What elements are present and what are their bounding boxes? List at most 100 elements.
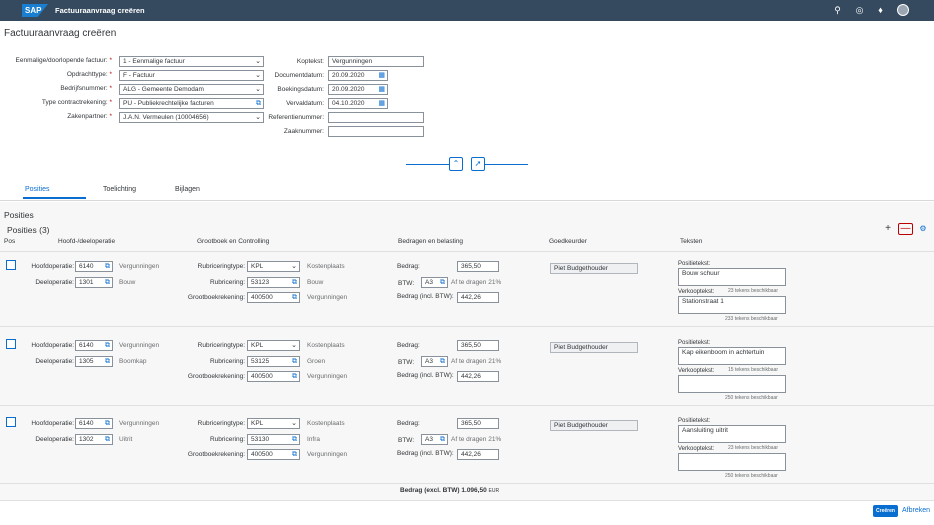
- hoofdoperatie-input[interactable]: 6140 ⧉: [75, 261, 113, 272]
- total-amount: Bedrag (excl. BTW) 1.096,50 EUR: [400, 487, 500, 494]
- shell-bar: SAP Factuuraanvraag creëren ⚲ ◎ ♦: [0, 0, 934, 21]
- positietekst-textarea[interactable]: Aansluiting uitrit: [678, 425, 786, 443]
- label-documentdatum: Documentdatum:: [274, 72, 325, 79]
- sap-logo[interactable]: SAP: [22, 4, 48, 17]
- value-help-icon[interactable]: ⧉: [105, 357, 110, 366]
- tab-bijlagen[interactable]: Bijlagen: [175, 186, 200, 193]
- label-positietekst: Positietekst:: [678, 340, 711, 346]
- grootboekrekening-input[interactable]: 400500 ⧉: [247, 449, 300, 460]
- search-icon[interactable]: ⚲: [832, 5, 843, 16]
- hoofdoperatie-input[interactable]: 6140 ⧉: [75, 418, 113, 429]
- value-help-icon[interactable]: ⧉: [292, 450, 297, 459]
- label-deeloperatie: Deeloperatie:: [35, 358, 74, 365]
- positietekst-counter: 15 tekens beschikbaar: [728, 367, 779, 373]
- notification-bell-icon[interactable]: ♦: [875, 5, 886, 16]
- hoofdoperatie-input[interactable]: 6140 ⧉: [75, 340, 113, 351]
- value-help-icon[interactable]: ⧉: [440, 435, 445, 444]
- calendar-icon[interactable]: ▦: [378, 71, 385, 80]
- col-bedragen: Bedragen en belasting: [398, 238, 464, 245]
- btw-input[interactable]: A3 ⧉: [421, 356, 448, 367]
- bedrag-input[interactable]: 365,50: [457, 418, 499, 429]
- rubricering-input[interactable]: 53125 ⧉: [247, 356, 300, 367]
- avatar[interactable]: [897, 4, 909, 16]
- copilot-icon[interactable]: ◎: [854, 5, 865, 16]
- value-help-icon[interactable]: ⧉: [292, 357, 297, 366]
- col-grootboek: Grootboek en Controlling: [197, 238, 270, 245]
- label-rubriceringtype: Rubriceringtype:: [197, 420, 245, 427]
- verkooptekst-textarea[interactable]: Stationstraat 1: [678, 296, 786, 314]
- col-hoofd: Hoofd-/deeloperatie: [58, 238, 116, 245]
- value-help-icon[interactable]: ⧉: [105, 341, 110, 350]
- tab-toelichting[interactable]: Toelichting: [103, 186, 136, 193]
- value-help-icon[interactable]: ⧉: [440, 278, 445, 287]
- chevron-down-icon: ⌄: [291, 342, 297, 349]
- remove-button[interactable]: —: [898, 223, 913, 235]
- deeloperatie-input[interactable]: 1305 ⧉: [75, 356, 113, 367]
- grootboekrekening-description: Vergunningen: [307, 373, 348, 380]
- tab-posities[interactable]: Posities: [25, 186, 50, 193]
- rubricering-input[interactable]: 53123 ⧉: [247, 277, 300, 288]
- boekingsdatum-input[interactable]: 20.09.2020 ▦: [328, 84, 388, 95]
- calendar-icon[interactable]: ▦: [378, 99, 385, 108]
- documentdatum-input[interactable]: 20.09.2020 ▦: [328, 70, 388, 81]
- row-divider: [0, 326, 934, 327]
- label-contractrekening: Type contractrekening: *: [41, 99, 112, 106]
- collapse-header-button[interactable]: ⌃: [449, 157, 463, 171]
- goedkeurder-field[interactable]: Piet Budgethouder: [550, 263, 638, 274]
- rubricering-input[interactable]: 53130 ⧉: [247, 434, 300, 445]
- add-icon[interactable]: +: [883, 224, 893, 234]
- bedrag-input[interactable]: 365,50: [457, 340, 499, 351]
- calendar-icon[interactable]: ▦: [378, 85, 385, 94]
- hoofdoperatie-description: Vergunningen: [119, 420, 160, 427]
- btw-input[interactable]: A3 ⧉: [421, 434, 448, 445]
- verkooptekst-textarea[interactable]: [678, 375, 786, 393]
- label-verkooptekst: Verkooptekst:: [678, 289, 715, 295]
- value-help-icon[interactable]: ⧉: [105, 435, 110, 444]
- value-help-icon[interactable]: ⧉: [292, 372, 297, 381]
- positietekst-textarea[interactable]: Kap eikenboom in achtertuin: [678, 347, 786, 365]
- value-help-icon[interactable]: ⧉: [105, 278, 110, 287]
- rubriceringtype-select[interactable]: KPL ⌄: [247, 261, 300, 272]
- deeloperatie-input[interactable]: 1301 ⧉: [75, 277, 113, 288]
- bedrag-incl-input[interactable]: 442,26: [457, 292, 499, 303]
- divider-left: [406, 164, 449, 165]
- bedrag-input[interactable]: 365,50: [457, 261, 499, 272]
- cancel-button[interactable]: Afbreken: [902, 507, 930, 514]
- verkooptekst-textarea[interactable]: [678, 453, 786, 471]
- col-goedkeurder: Goedkeurder: [549, 238, 587, 245]
- label-btw: BTW:: [398, 280, 415, 287]
- value-help-icon[interactable]: ⧉: [105, 262, 110, 271]
- value-help-icon[interactable]: ⧉: [440, 357, 445, 366]
- btw-input[interactable]: A3 ⧉: [421, 277, 448, 288]
- grootboekrekening-input[interactable]: 400500 ⧉: [247, 371, 300, 382]
- bedrag-incl-input[interactable]: 442,26: [457, 449, 499, 460]
- rubriceringtype-description: Kostenplaats: [307, 420, 345, 427]
- pin-header-button[interactable]: ➚: [471, 157, 485, 171]
- referentienummer-input[interactable]: [328, 112, 424, 123]
- value-help-icon[interactable]: ⧉: [292, 293, 297, 302]
- koptekst-input[interactable]: Vergunningen: [328, 56, 424, 67]
- value-help-icon[interactable]: ⧉: [105, 419, 110, 428]
- vervaldatum-input[interactable]: 04.10.2020 ▦: [328, 98, 388, 109]
- btw-description: Af te dragen 21%: [451, 436, 502, 443]
- grootboekrekening-input[interactable]: 400500 ⧉: [247, 292, 300, 303]
- zaaknummer-input[interactable]: [328, 126, 424, 137]
- label-rubricering: Rubricering:: [209, 436, 245, 443]
- goedkeurder-field[interactable]: Piet Budgethouder: [550, 342, 638, 353]
- positietekst-textarea[interactable]: Bouw schuur: [678, 268, 786, 286]
- bedrag-incl-input[interactable]: 442,26: [457, 371, 499, 382]
- btw-description: Af te dragen 21%: [451, 279, 502, 286]
- label-bedrag-incl: Bedrag (incl. BTW):: [397, 450, 454, 457]
- value-help-icon[interactable]: ⧉: [292, 278, 297, 287]
- label-koptekst: Koptekst:: [296, 58, 324, 65]
- grootboekrekening-description: Vergunningen: [307, 451, 348, 458]
- value-help-icon[interactable]: ⧉: [292, 435, 297, 444]
- rubriceringtype-select[interactable]: KPL ⌄: [247, 418, 300, 429]
- deeloperatie-input[interactable]: 1302 ⧉: [75, 434, 113, 445]
- rubriceringtype-select[interactable]: KPL ⌄: [247, 340, 300, 351]
- verkooptekst-counter: 250 tekens beschikbaar: [725, 395, 778, 401]
- create-button[interactable]: Creëren: [873, 505, 898, 517]
- goedkeurder-field[interactable]: Piet Budgethouder: [550, 420, 638, 431]
- label-btw: BTW:: [398, 437, 415, 444]
- settings-gear-icon[interactable]: ⚙: [918, 224, 928, 234]
